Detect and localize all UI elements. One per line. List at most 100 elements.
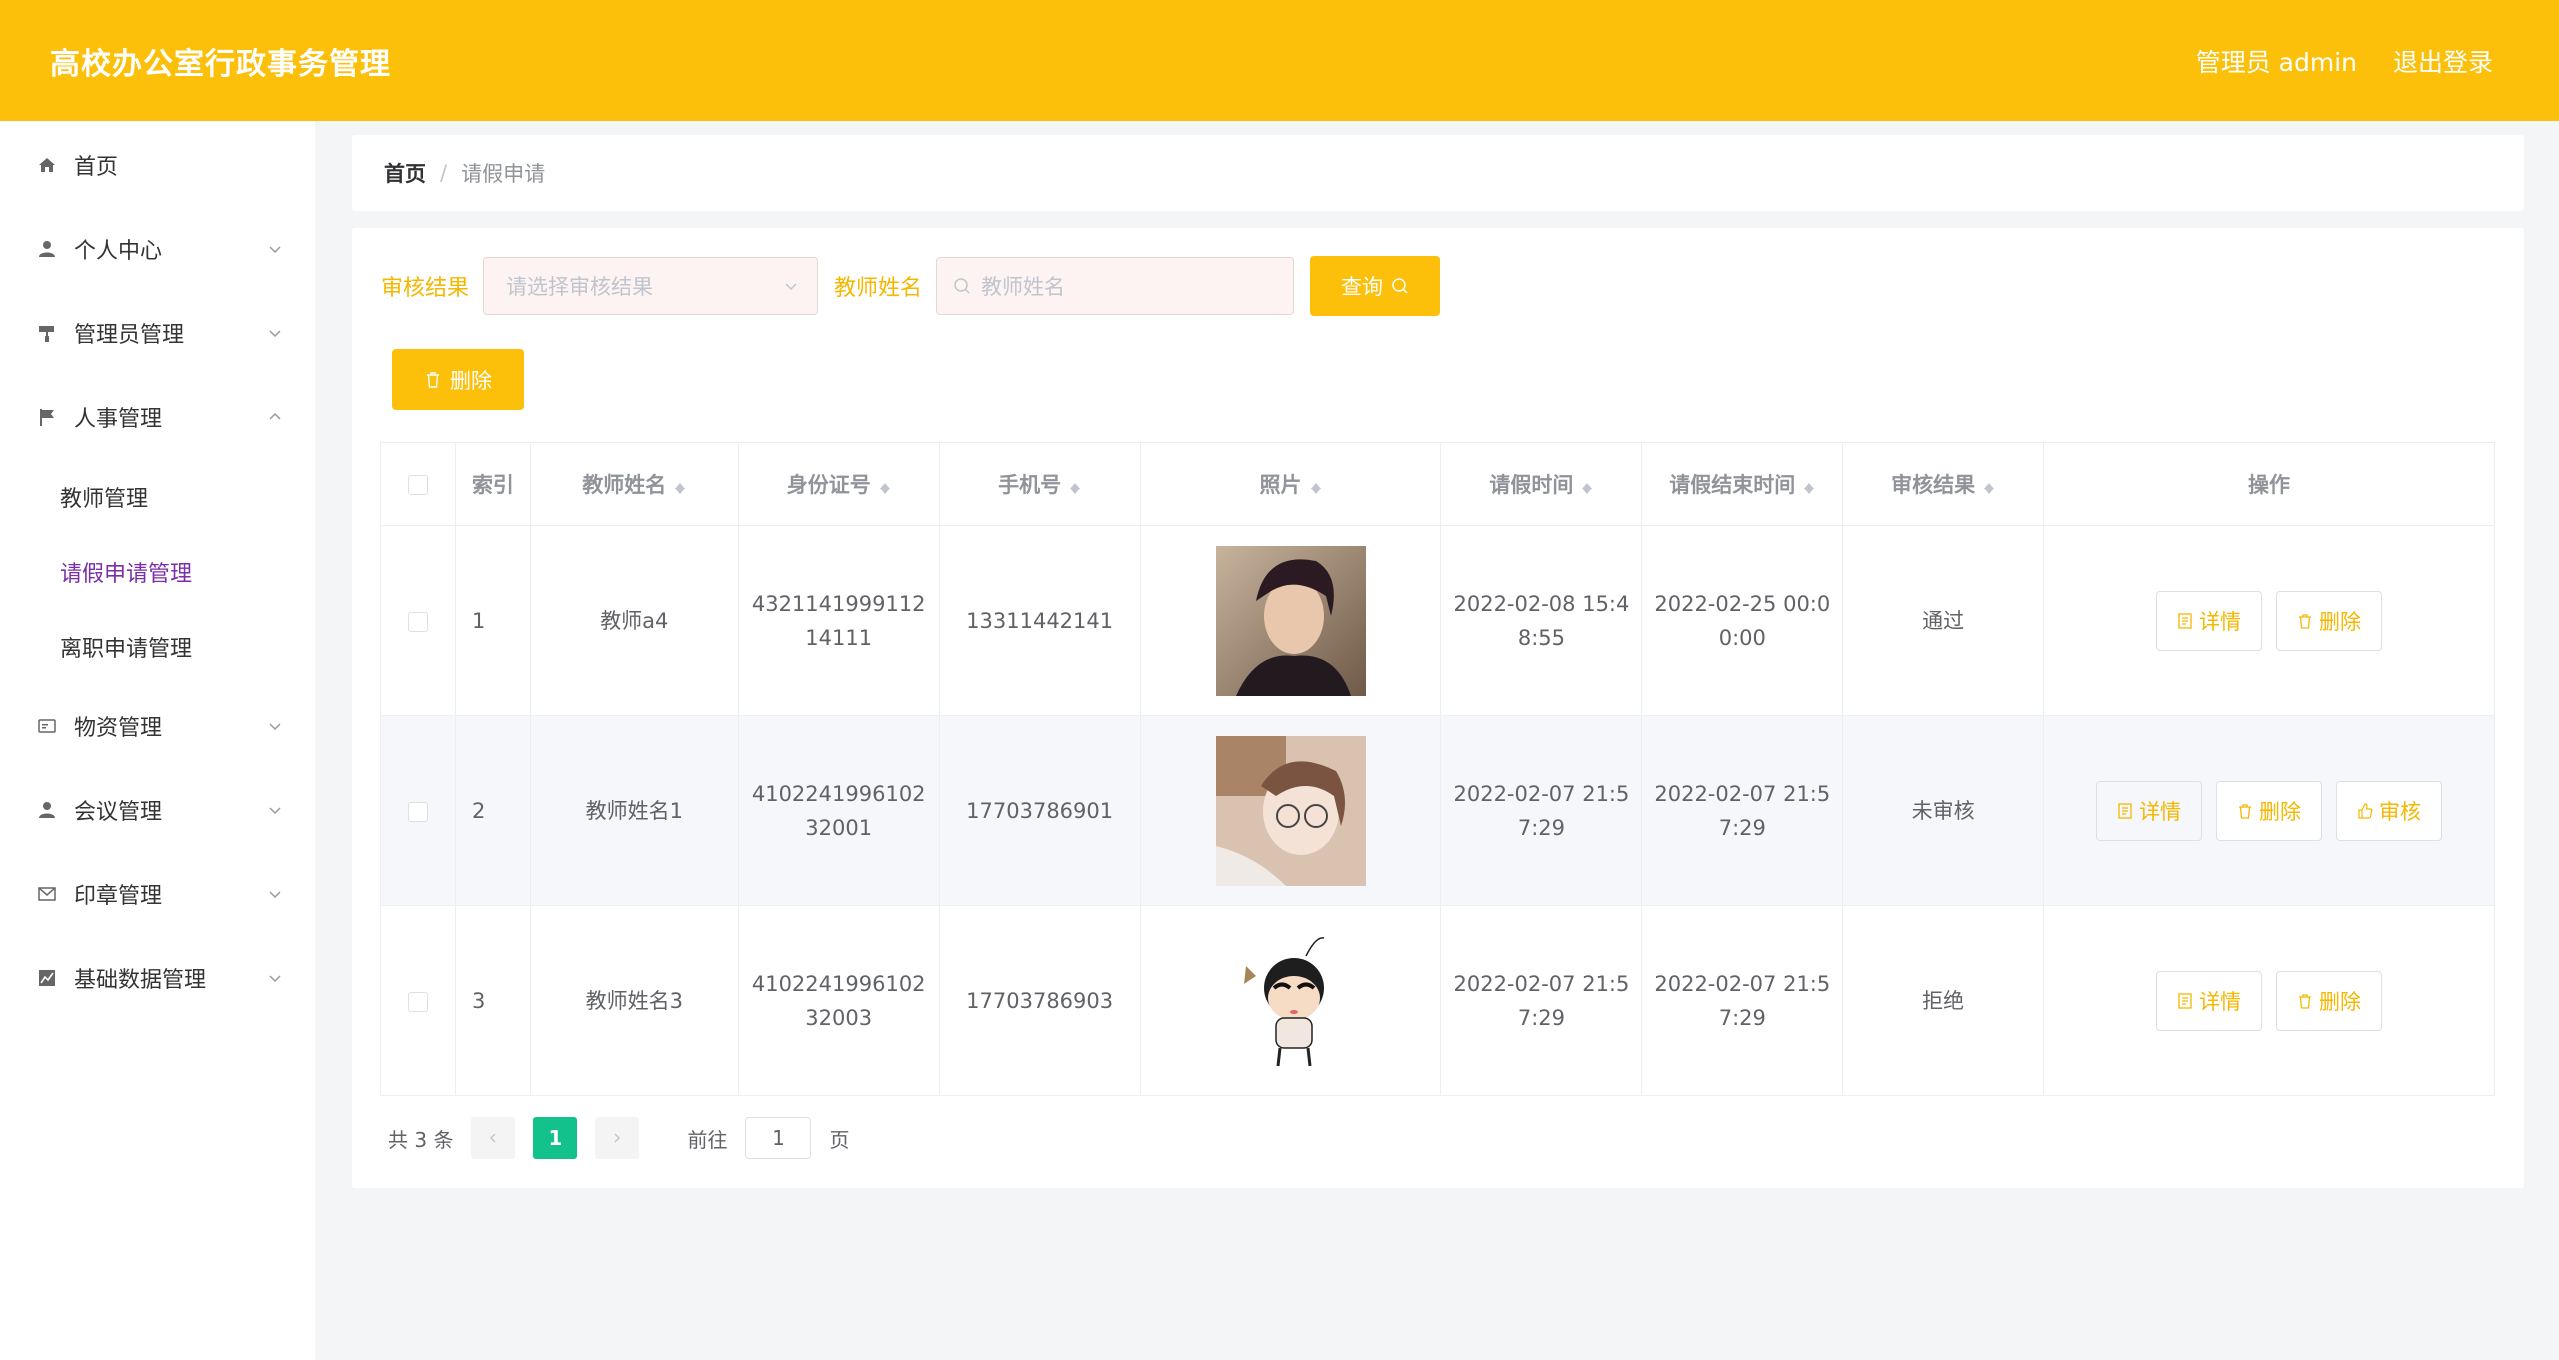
table-row: 1 教师a4 4321141999112 14111 13311442141 20… <box>380 525 2495 716</box>
column-header-label: 审核结果 <box>1891 473 1976 497</box>
sidebar-subitem-leave-management[interactable]: 请假申请管理 <box>0 534 315 609</box>
sidebar-item-admin-management[interactable]: 管理员管理 <box>0 291 315 375</box>
column-header-id[interactable]: 身份证号 <box>737 442 940 526</box>
sidebar-item-meeting-management[interactable]: 会议管理 <box>0 768 315 852</box>
column-header-label: 请假结束时间 <box>1669 473 1796 497</box>
select-all-checkbox[interactable] <box>407 475 428 495</box>
batch-delete-button[interactable]: 删除 <box>392 349 524 410</box>
column-header-status[interactable]: 审核结果 <box>1842 442 2045 526</box>
row-select-cell <box>380 525 456 716</box>
review-button[interactable]: 审核 <box>2336 780 2443 841</box>
home-icon <box>36 154 58 176</box>
delete-button[interactable]: 删除 <box>2276 590 2383 651</box>
batch-delete-label: 删除 <box>450 369 492 393</box>
sidebar-item-seal-management[interactable]: 印章管理 <box>0 852 315 936</box>
sidebar-item-home[interactable]: 首页 <box>0 123 315 207</box>
sort-icon[interactable] <box>879 476 891 496</box>
document-icon <box>2178 992 2192 1009</box>
status-select-placeholder: 请选择审核结果 <box>506 275 654 299</box>
sidebar-item-label: 管理员管理 <box>74 323 185 348</box>
column-header-name[interactable]: 教师姓名 <box>529 442 739 526</box>
query-button[interactable]: 查询 <box>1310 256 1441 316</box>
teacher-photo[interactable] <box>1215 545 1366 696</box>
time-line: 2022-02-07 21:5 <box>1453 971 1630 996</box>
prev-page-button[interactable] <box>471 1117 516 1159</box>
row-start-time: 2022-02-07 21:5 7:29 <box>1440 905 1643 1096</box>
sidebar-item-hr-management[interactable]: 人事管理 <box>0 375 315 459</box>
table-row: 3 教师姓名3 4102241996102 32003 17703786903 <box>380 905 2495 1096</box>
time-line: 8:55 <box>1517 625 1565 650</box>
column-header-index: 索引 <box>454 442 531 526</box>
column-header-actions: 操作 <box>2043 442 2495 526</box>
delete-label: 删除 <box>2259 800 2302 824</box>
row-photo <box>1139 715 1442 906</box>
row-checkbox[interactable] <box>407 801 428 822</box>
chevron-down-icon <box>269 975 281 983</box>
row-end-time: 2022-02-07 21:5 7:29 <box>1641 715 1844 906</box>
page-number-button[interactable]: 1 <box>533 1117 578 1159</box>
id-line: 4102241996102 <box>751 971 926 996</box>
sidebar-item-label: 会议管理 <box>74 800 163 825</box>
time-line: 2022-02-07 21:5 <box>1654 781 1831 806</box>
row-checkbox[interactable] <box>407 611 428 632</box>
flag-icon <box>36 406 58 428</box>
sidebar-item-label: 人事管理 <box>74 407 163 432</box>
teacher-photo[interactable] <box>1215 735 1366 886</box>
trash-icon <box>2299 993 2312 1009</box>
delete-button[interactable]: 删除 <box>2216 780 2323 841</box>
sidebar-item-label: 基础数据管理 <box>74 968 207 993</box>
chevron-left-icon <box>490 1133 496 1143</box>
teacher-photo[interactable] <box>1215 925 1366 1076</box>
delete-button[interactable]: 删除 <box>2276 970 2383 1031</box>
sort-icon[interactable] <box>1983 476 1995 496</box>
sort-icon[interactable] <box>1803 476 1815 496</box>
filter-bar: 审核结果 请选择审核结果 教师姓名 教师姓名 查询 <box>381 256 1441 316</box>
row-select-cell <box>380 905 456 1096</box>
thumbs-up-icon <box>2358 802 2373 819</box>
row-index: 3 <box>454 905 531 1096</box>
detail-button[interactable]: 详情 <box>2096 780 2203 841</box>
row-checkbox[interactable] <box>407 991 428 1012</box>
main-content: 审核结果 请选择审核结果 教师姓名 教师姓名 查询 删除 索引 教师姓名 身份证… <box>352 228 2524 1188</box>
sort-icon[interactable] <box>1069 476 1081 496</box>
row-select-cell <box>380 715 456 906</box>
column-header-start[interactable]: 请假时间 <box>1440 442 1643 526</box>
table-row: 2 教师姓名1 4102241996102 32001 17703786901 <box>380 715 2495 906</box>
detail-button[interactable]: 详情 <box>2156 590 2263 651</box>
row-actions: 详情 删除 <box>2043 905 2495 1096</box>
name-search-input[interactable]: 教师姓名 <box>936 257 1295 315</box>
sidebar-item-personal-center[interactable]: 个人中心 <box>0 207 315 291</box>
sidebar-item-supplies-management[interactable]: 物资管理 <box>0 684 315 768</box>
goto-page-input[interactable]: 1 <box>745 1117 812 1159</box>
time-line: 0:00 <box>1718 625 1766 650</box>
document-icon <box>2178 612 2192 629</box>
row-actions: 详情 删除 <box>2043 525 2495 716</box>
page-unit-label: 页 <box>829 1127 850 1152</box>
breadcrumb-home[interactable]: 首页 <box>384 158 426 188</box>
id-line: 14111 <box>805 625 873 650</box>
time-line: 7:29 <box>1517 1005 1565 1030</box>
detail-button[interactable]: 详情 <box>2156 970 2263 1031</box>
sort-icon[interactable] <box>674 476 686 496</box>
id-line: 4102241996102 <box>751 781 926 806</box>
column-header-end[interactable]: 请假结束时间 <box>1641 442 1844 526</box>
column-header-photo[interactable]: 照片 <box>1139 442 1442 526</box>
breadcrumb-current: 请假申请 <box>461 162 546 186</box>
sort-icon[interactable] <box>1581 476 1593 496</box>
logout-button[interactable]: 退出登录 <box>2393 43 2493 79</box>
row-end-time: 2022-02-07 21:5 7:29 <box>1641 905 1844 1096</box>
trash-icon <box>2239 803 2252 819</box>
sidebar-subitem-resignation-management[interactable]: 离职申请管理 <box>0 609 315 684</box>
time-line: 2022-02-25 00:0 <box>1654 591 1831 616</box>
status-select[interactable]: 请选择审核结果 <box>483 257 819 315</box>
column-header-label: 身份证号 <box>786 473 871 497</box>
row-id-number: 4102241996102 32001 <box>737 715 940 906</box>
sidebar-subitem-teacher-management[interactable]: 教师管理 <box>0 459 315 534</box>
search-icon <box>1392 278 1408 294</box>
sort-icon[interactable] <box>1310 476 1322 496</box>
column-header-phone[interactable]: 手机号 <box>938 442 1141 526</box>
breadcrumb: 首页 / 请假申请 <box>352 135 2524 211</box>
sidebar-item-basic-data-management[interactable]: 基础数据管理 <box>0 936 315 1020</box>
row-start-time: 2022-02-07 21:5 7:29 <box>1440 715 1643 906</box>
next-page-button[interactable] <box>595 1117 640 1159</box>
